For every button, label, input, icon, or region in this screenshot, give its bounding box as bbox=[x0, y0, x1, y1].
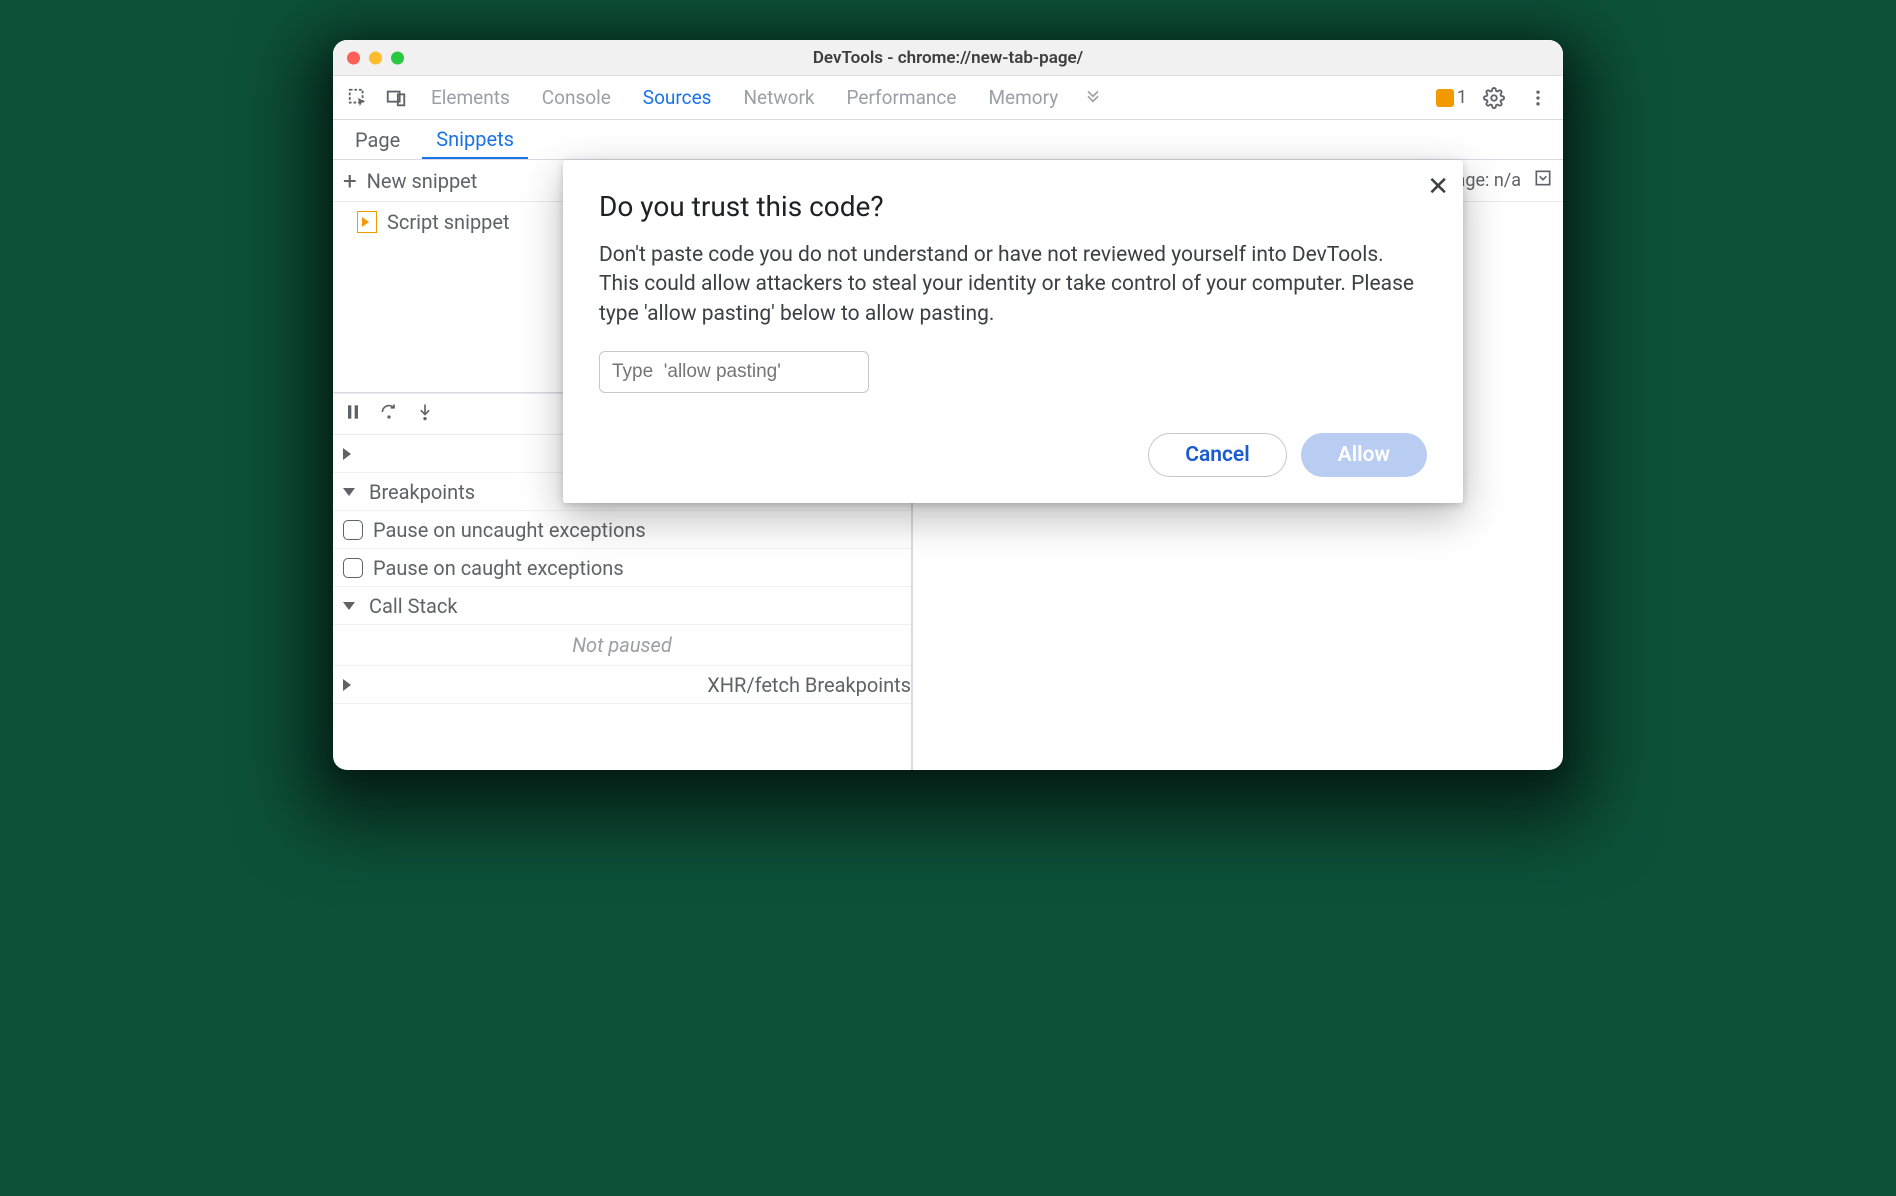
tab-performance[interactable]: Performance bbox=[833, 86, 971, 109]
pause-caught-row[interactable]: Pause on caught exceptions bbox=[333, 549, 911, 587]
chevron-right-icon bbox=[343, 679, 693, 691]
pause-caught-label: Pause on caught exceptions bbox=[373, 556, 624, 580]
subtab-page[interactable]: Page bbox=[341, 120, 414, 159]
close-icon[interactable]: ✕ bbox=[1427, 172, 1449, 202]
xhr-breakpoints-label: XHR/fetch Breakpoints bbox=[707, 673, 911, 697]
warning-icon bbox=[1436, 89, 1454, 107]
minimize-window-button[interactable] bbox=[369, 51, 382, 64]
subtab-snippets[interactable]: Snippets bbox=[422, 120, 528, 159]
cancel-button-label: Cancel bbox=[1185, 443, 1249, 467]
settings-icon[interactable] bbox=[1477, 81, 1511, 115]
tab-network[interactable]: Network bbox=[729, 86, 828, 109]
call-stack-row[interactable]: Call Stack bbox=[333, 587, 911, 625]
sources-subtabstrip: Page Snippets bbox=[333, 120, 1563, 160]
dialog-body: Don't paste code you do not understand o… bbox=[599, 241, 1427, 329]
new-snippet-label: New snippet bbox=[367, 169, 478, 193]
pause-icon[interactable] bbox=[343, 402, 363, 426]
trust-code-dialog: ✕ Do you trust this code? Don't paste co… bbox=[563, 160, 1463, 503]
devtools-window: DevTools - chrome://new-tab-page/ Elemen… bbox=[333, 40, 1563, 770]
inspect-element-icon[interactable] bbox=[341, 81, 375, 115]
main-tabstrip: Elements Console Sources Network Perform… bbox=[333, 76, 1563, 120]
allow-button-label: Allow bbox=[1338, 443, 1390, 467]
chevron-down-icon bbox=[343, 488, 355, 496]
coverage-dropdown-icon[interactable] bbox=[1533, 168, 1553, 193]
pause-uncaught-row[interactable]: Pause on uncaught exceptions bbox=[333, 511, 911, 549]
window-controls bbox=[347, 51, 404, 64]
breakpoints-label: Breakpoints bbox=[369, 480, 475, 504]
allow-button[interactable]: Allow bbox=[1301, 433, 1427, 477]
call-stack-label: Call Stack bbox=[369, 594, 458, 618]
allow-pasting-input[interactable] bbox=[599, 351, 869, 393]
issues-count: 1 bbox=[1457, 87, 1467, 108]
tab-console[interactable]: Console bbox=[528, 86, 625, 109]
checkbox-uncaught[interactable] bbox=[343, 520, 363, 540]
issues-badge[interactable]: 1 bbox=[1436, 87, 1467, 108]
step-into-icon[interactable] bbox=[415, 402, 435, 426]
kebab-menu-icon[interactable] bbox=[1521, 81, 1555, 115]
checkbox-caught[interactable] bbox=[343, 558, 363, 578]
call-stack-not-paused: Not paused bbox=[333, 625, 911, 666]
snippet-file-label: Script snippet bbox=[387, 210, 510, 234]
zoom-window-button[interactable] bbox=[391, 51, 404, 64]
cancel-button[interactable]: Cancel bbox=[1148, 433, 1286, 477]
pause-uncaught-label: Pause on uncaught exceptions bbox=[373, 518, 646, 542]
device-toolbar-icon[interactable] bbox=[379, 81, 413, 115]
window-title: DevTools - chrome://new-tab-page/ bbox=[333, 48, 1563, 68]
titlebar: DevTools - chrome://new-tab-page/ bbox=[333, 40, 1563, 76]
tab-elements[interactable]: Elements bbox=[417, 86, 524, 109]
plus-icon: + bbox=[343, 169, 357, 193]
more-tabs-icon[interactable] bbox=[1076, 81, 1110, 115]
tab-sources[interactable]: Sources bbox=[629, 86, 726, 109]
chevron-down-icon bbox=[343, 602, 355, 610]
snippet-file-icon bbox=[357, 211, 377, 233]
close-window-button[interactable] bbox=[347, 51, 360, 64]
tab-memory[interactable]: Memory bbox=[974, 86, 1072, 109]
dialog-title: Do you trust this code? bbox=[599, 190, 1427, 223]
step-over-icon[interactable] bbox=[379, 402, 399, 426]
xhr-breakpoints-row[interactable]: XHR/fetch Breakpoints bbox=[333, 666, 911, 704]
